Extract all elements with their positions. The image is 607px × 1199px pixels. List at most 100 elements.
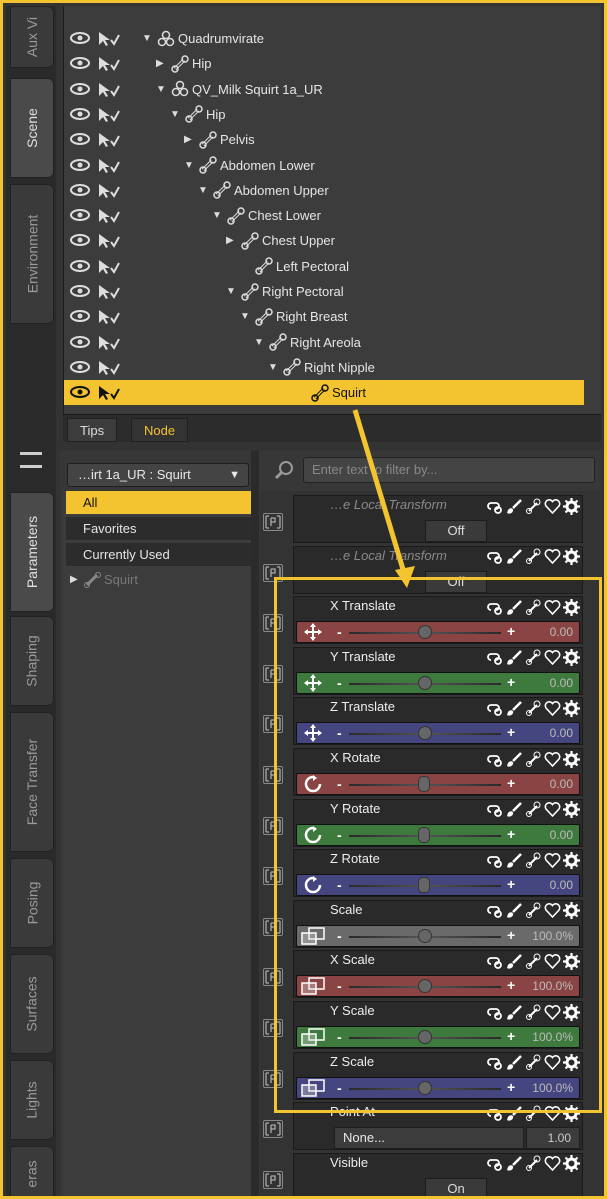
scene-node[interactable]: ▼ Chest Lower	[212, 206, 321, 225]
toggle-button[interactable]: Off	[425, 570, 487, 593]
scene-row[interactable]: ▼ Right Pectoral	[64, 279, 584, 304]
expand-triangle-icon[interactable]: ▶	[70, 569, 82, 591]
bone-link-icon[interactable]	[525, 751, 542, 768]
paintbrush-icon[interactable]	[506, 599, 523, 616]
paintbrush-icon[interactable]	[506, 902, 523, 919]
paintbrush-icon[interactable]	[506, 801, 523, 818]
gear-icon[interactable]	[563, 952, 580, 970]
pin-icon[interactable]	[263, 614, 283, 633]
link-icon[interactable]	[487, 902, 504, 919]
select-arrow-icon[interactable]	[96, 334, 120, 351]
expand-triangle-icon[interactable]: ▼	[240, 311, 252, 322]
side-tab-eras[interactable]: eras	[10, 1146, 54, 1196]
select-arrow-icon[interactable]	[96, 308, 120, 325]
increment-icon[interactable]: +	[507, 977, 515, 993]
param-value[interactable]: 0.00	[550, 726, 573, 740]
pin-icon[interactable]	[263, 1120, 283, 1139]
bone-link-icon[interactable]	[525, 1004, 542, 1021]
select-arrow-icon[interactable]	[96, 131, 120, 148]
link-icon[interactable]	[487, 649, 504, 666]
expand-triangle-icon[interactable]: ▼	[226, 286, 238, 297]
select-arrow-icon[interactable]	[96, 258, 120, 275]
scene-row[interactable]: ▼ Hip	[64, 102, 584, 127]
bone-link-icon[interactable]	[525, 599, 542, 616]
eye-icon[interactable]	[70, 183, 90, 197]
scene-node[interactable]: ▼ Abdomen Upper	[198, 181, 329, 200]
eye-icon[interactable]	[70, 132, 90, 146]
expand-triangle-icon[interactable]: ▼	[268, 362, 280, 373]
side-tab-shaping[interactable]: Shaping	[10, 616, 54, 706]
scene-row[interactable]: ▶ Pelvis	[64, 127, 584, 152]
link-icon[interactable]	[487, 801, 504, 818]
select-arrow-icon[interactable]	[96, 283, 120, 300]
paintbrush-icon[interactable]	[506, 649, 523, 666]
link-icon[interactable]	[487, 953, 504, 970]
gear-icon[interactable]	[563, 1155, 580, 1173]
expand-triangle-icon[interactable]: ▶	[184, 134, 196, 145]
param-value[interactable]: 100.0%	[532, 1030, 573, 1044]
eye-icon[interactable]	[70, 284, 90, 298]
expand-triangle-icon[interactable]: ▼	[156, 84, 168, 95]
heart-icon[interactable]	[544, 953, 561, 970]
select-arrow-icon[interactable]	[96, 182, 120, 199]
slider-knob[interactable]	[418, 726, 432, 741]
select-arrow-icon[interactable]	[96, 55, 120, 72]
slider-knob[interactable]	[418, 1080, 432, 1095]
link-icon[interactable]	[487, 1155, 504, 1172]
link-icon[interactable]	[487, 1054, 504, 1071]
gear-icon[interactable]	[563, 548, 580, 566]
heart-icon[interactable]	[544, 1105, 561, 1122]
heart-icon[interactable]	[544, 801, 561, 818]
link-icon[interactable]	[487, 548, 504, 565]
decrement-icon[interactable]: -	[337, 624, 342, 640]
bone-link-icon[interactable]	[525, 801, 542, 818]
pin-icon[interactable]	[263, 917, 283, 936]
param-value[interactable]: 0.00	[550, 828, 573, 842]
gear-icon[interactable]	[563, 1003, 580, 1021]
scene-row[interactable]: ▼ QV_Milk Squirt 1a_UR	[64, 77, 584, 102]
select-arrow-icon[interactable]	[96, 157, 120, 174]
heart-icon[interactable]	[544, 902, 561, 919]
bone-link-icon[interactable]	[525, 700, 542, 717]
gear-icon[interactable]	[563, 1054, 580, 1072]
decrement-icon[interactable]: -	[337, 928, 342, 944]
expand-triangle-icon[interactable]: ▶	[156, 58, 168, 69]
eye-icon[interactable]	[70, 309, 90, 323]
eye-icon[interactable]	[70, 385, 90, 399]
toggle-button[interactable]: On	[425, 1177, 487, 1196]
heart-icon[interactable]	[544, 498, 561, 515]
decrement-icon[interactable]: -	[337, 776, 342, 792]
link-icon[interactable]	[487, 498, 504, 515]
paintbrush-icon[interactable]	[506, 1105, 523, 1122]
bone-link-icon[interactable]	[525, 953, 542, 970]
expand-triangle-icon[interactable]: ▼	[212, 210, 224, 221]
expand-triangle-icon[interactable]: ▼	[198, 185, 210, 196]
heart-icon[interactable]	[544, 599, 561, 616]
param-slider[interactable]: - +100.0%	[296, 1026, 580, 1048]
param-slider[interactable]: - +100.0%	[296, 1076, 580, 1099]
gear-icon[interactable]	[563, 902, 580, 920]
gear-icon[interactable]	[563, 598, 580, 616]
eye-icon[interactable]	[70, 233, 90, 247]
heart-icon[interactable]	[544, 1155, 561, 1172]
pin-icon[interactable]	[263, 664, 283, 683]
select-arrow-icon[interactable]	[96, 30, 120, 47]
eye-icon[interactable]	[70, 208, 90, 222]
scene-row[interactable]: ▼ Abdomen Lower	[64, 153, 584, 178]
link-icon[interactable]	[487, 700, 504, 717]
side-tab-posing[interactable]: Posing	[10, 858, 54, 948]
scene-node[interactable]: ▼ Hip	[170, 105, 226, 124]
gear-icon[interactable]	[563, 750, 580, 768]
pin-icon[interactable]	[263, 513, 283, 531]
side-tab-lights[interactable]: Lights	[10, 1060, 54, 1140]
slider-knob[interactable]	[418, 776, 430, 792]
param-slider[interactable]: - +100.0%	[296, 924, 580, 947]
param-slider[interactable]: - +0.00	[296, 823, 580, 846]
select-arrow-icon[interactable]	[96, 384, 120, 401]
side-tab-environment[interactable]: Environment	[10, 184, 54, 324]
decrement-icon[interactable]: -	[337, 877, 342, 893]
gear-icon[interactable]	[563, 801, 580, 819]
increment-icon[interactable]: +	[507, 826, 515, 842]
bone-link-icon[interactable]	[525, 548, 542, 565]
category-favorites[interactable]: Favorites	[66, 517, 252, 541]
